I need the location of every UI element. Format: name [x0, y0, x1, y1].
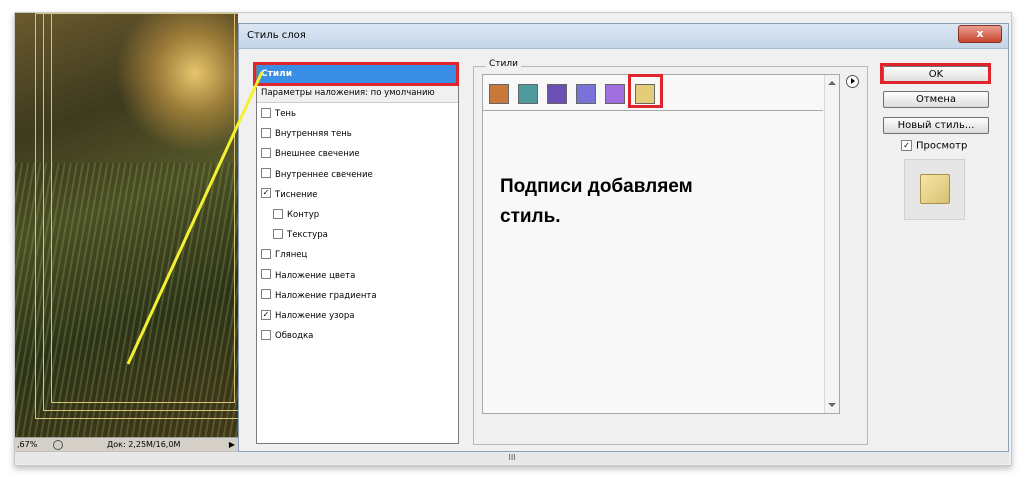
- preview-checkbox[interactable]: ✓: [901, 140, 912, 151]
- preview-tile: [920, 174, 950, 204]
- caption-line-2: стиль.: [500, 206, 561, 227]
- effect-checkbox[interactable]: [261, 127, 271, 138]
- effect-checkbox[interactable]: [261, 329, 271, 340]
- effect-label: Внешнее свечение: [275, 149, 360, 160]
- resize-grip[interactable]: III: [15, 451, 1009, 464]
- dialog-titlebar[interactable]: Стиль слоя x: [239, 24, 1008, 49]
- effect-option[interactable]: Текстура: [273, 226, 468, 244]
- effect-label: Контур: [287, 210, 320, 220]
- caption-line-1: Подписи добавляем: [500, 176, 693, 197]
- effect-option[interactable]: Наложение градиента: [261, 287, 456, 305]
- effect-checkbox[interactable]: ✓: [261, 188, 271, 199]
- annotation-caption: Подписи добавляем стиль.: [500, 172, 693, 232]
- effects-list: Стили Параметры наложения: по умолчанию …: [256, 64, 459, 444]
- cancel-button[interactable]: Отмена: [883, 91, 989, 108]
- style-swatch-orange[interactable]: [489, 84, 509, 104]
- effect-label: Тень: [275, 109, 296, 119]
- status-icon[interactable]: [53, 440, 63, 450]
- effect-option[interactable]: Контур: [273, 206, 468, 224]
- effect-checkbox[interactable]: ✓: [261, 309, 271, 320]
- decor-frame-inner: [51, 13, 235, 403]
- effect-option[interactable]: ✓ Тиснение: [261, 186, 456, 204]
- swatch-scrollbar[interactable]: [824, 75, 839, 413]
- canvas-photo: [15, 13, 238, 437]
- style-swatch-lilac[interactable]: [605, 84, 625, 104]
- effect-option[interactable]: ✓ Наложение узора: [261, 307, 456, 325]
- close-button[interactable]: x: [958, 25, 1002, 43]
- scroll-up-icon[interactable]: [828, 81, 836, 85]
- scroll-down-icon[interactable]: [828, 403, 836, 407]
- grip-icon[interactable]: III: [508, 453, 515, 462]
- style-swatch-teal[interactable]: [518, 84, 538, 104]
- preview-label: Просмотр: [916, 140, 968, 152]
- effect-checkbox[interactable]: [261, 168, 271, 179]
- effect-option[interactable]: Внутреннее свечение: [261, 166, 456, 184]
- effect-checkbox[interactable]: [261, 248, 271, 259]
- effect-checkbox[interactable]: [261, 289, 271, 300]
- styles-group-label: Стили: [486, 59, 521, 69]
- style-preview: [904, 159, 965, 220]
- effect-option[interactable]: Внешнее свечение: [261, 145, 456, 163]
- document-status-bar: ,67% Док: 2,25M/16,0M ▶: [15, 437, 238, 451]
- effect-label: Обводка: [275, 331, 314, 342]
- effect-label: Внутренняя тень: [275, 129, 352, 140]
- effect-label: Тиснение: [275, 189, 318, 200]
- layer-style-dialog: Стиль слоя x Стили Параметры наложения: …: [238, 23, 1009, 452]
- effect-label: Наложение градиента: [275, 290, 377, 301]
- effect-checkbox[interactable]: [261, 147, 271, 158]
- effect-label: Глянец: [275, 250, 308, 261]
- styles-swatch-grid: [482, 74, 840, 414]
- preview-toggle[interactable]: ✓ Просмотр: [901, 140, 967, 153]
- document-size: Док: 2,25M/16,0M: [107, 440, 181, 449]
- effect-option[interactable]: Тень: [261, 105, 456, 123]
- highlight-gold-swatch: [628, 74, 663, 108]
- effect-option[interactable]: Внутренняя тень: [261, 125, 456, 143]
- effect-option[interactable]: Глянец: [261, 246, 456, 264]
- effect-option[interactable]: Наложение цвета: [261, 267, 456, 285]
- styles-menu-icon[interactable]: [846, 75, 859, 88]
- effect-checkbox[interactable]: [273, 208, 283, 219]
- style-swatch-purple[interactable]: [547, 84, 567, 104]
- effect-checkbox[interactable]: [261, 107, 271, 118]
- close-icon: x: [976, 27, 984, 40]
- style-swatch-violet[interactable]: [576, 84, 596, 104]
- effect-checkbox[interactable]: [273, 228, 283, 239]
- effects-item-blending-options[interactable]: Параметры наложения: по умолчанию: [257, 84, 458, 103]
- effect-checkbox[interactable]: [261, 269, 271, 280]
- new-style-button[interactable]: Новый стиль...: [883, 117, 989, 134]
- dialog-title: Стиль слоя: [247, 30, 306, 41]
- effect-option[interactable]: Обводка: [261, 327, 456, 345]
- effect-label: Текстура: [287, 230, 328, 241]
- zoom-level[interactable]: ,67%: [17, 438, 37, 451]
- effect-label: Наложение узора: [275, 311, 355, 321]
- swatch-separator: [483, 110, 823, 111]
- highlight-ok-button: [880, 63, 991, 84]
- status-menu-arrow-icon[interactable]: ▶: [229, 438, 235, 451]
- highlight-styles-item: [253, 62, 459, 86]
- effect-label: Внутреннее свечение: [275, 169, 373, 180]
- effect-label: Наложение цвета: [275, 270, 356, 281]
